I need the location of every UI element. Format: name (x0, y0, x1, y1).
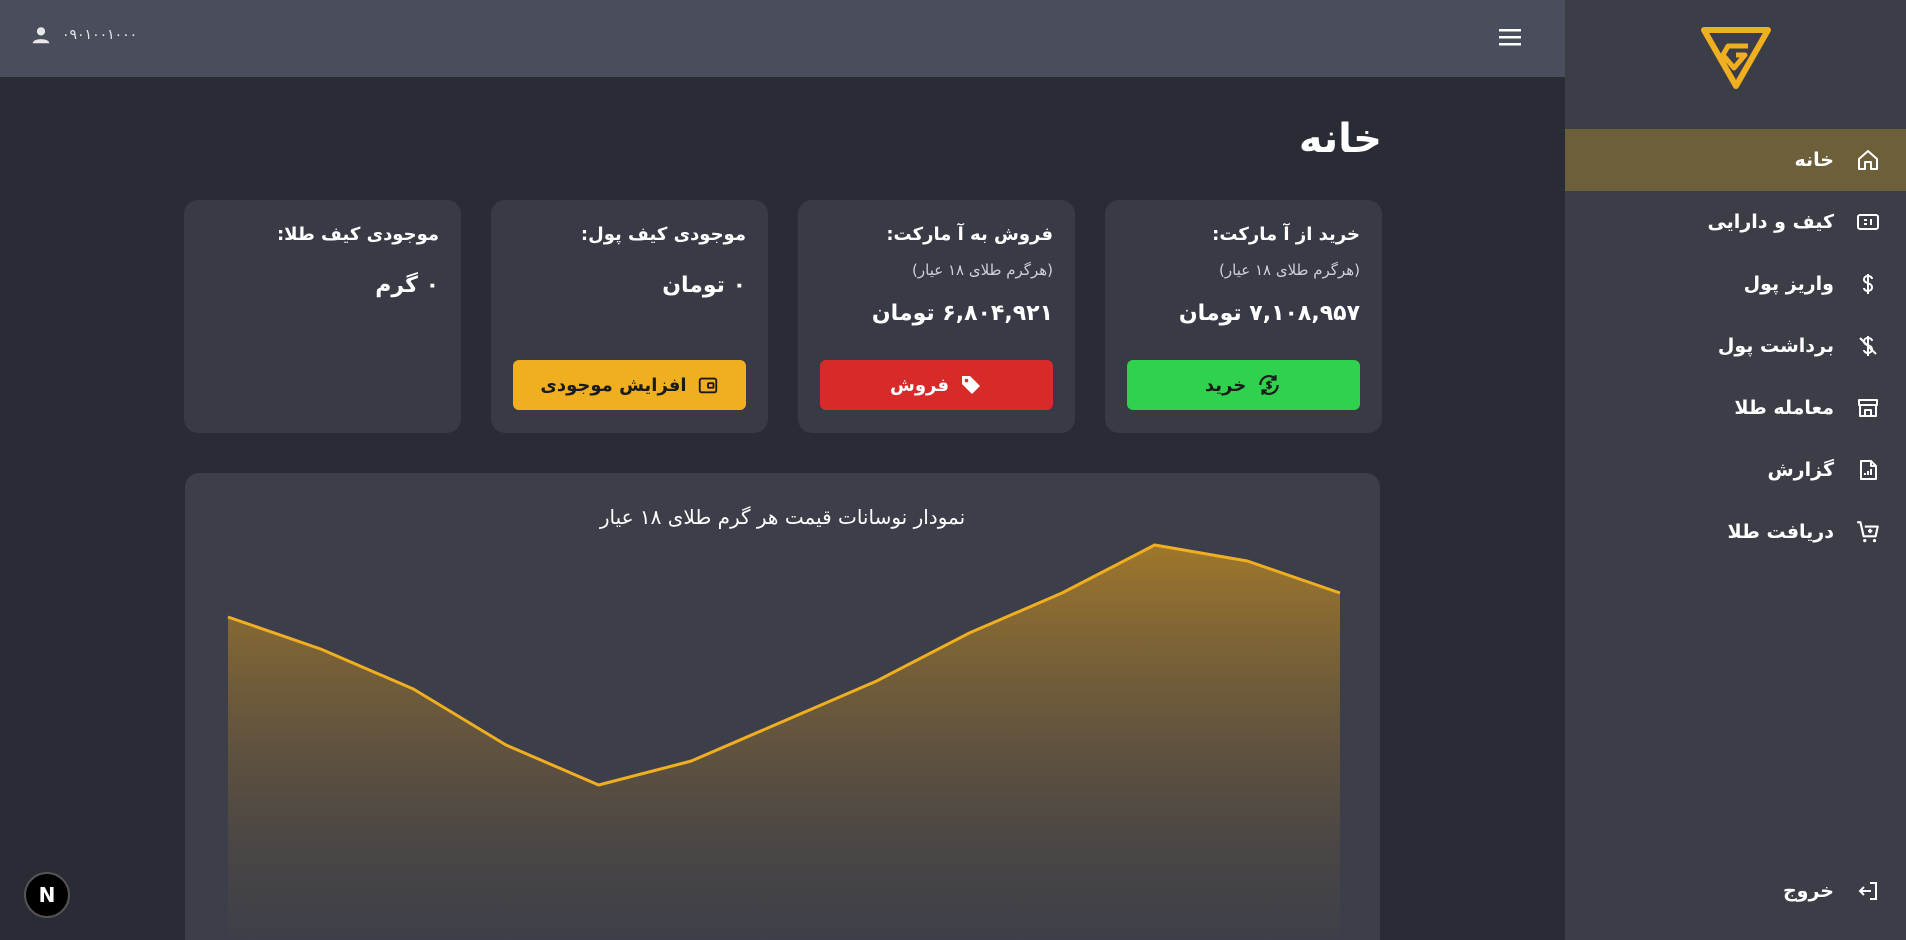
wallet-card-title: موجودی کیف پول: (580, 224, 746, 245)
gold-card: موجودی کیف طلا: ۰ گرم (184, 200, 461, 433)
logout-icon (1854, 877, 1882, 905)
sidebar-item-home[interactable]: خانه (1565, 129, 1906, 191)
next-badge[interactable]: N (24, 872, 70, 918)
sidebar-item-label: گزارش (1767, 459, 1834, 481)
wallet-balance: ۰ تومان (662, 273, 746, 298)
sidebar-item-receive-gold[interactable]: دریافت طلا (1565, 501, 1906, 563)
user-phone: ۰۹۰۱۰۰۱۰۰۰ (62, 27, 138, 43)
sidebar-item-withdraw[interactable]: برداشت پول (1565, 315, 1906, 377)
buy-button-label: خرید (1204, 374, 1247, 396)
price-chart-card: نمودار نوسانات قیمت هر گرم طلای ۱۸ عیار (185, 473, 1380, 940)
sell-button-label: فروش (890, 374, 950, 396)
wallet-icon (698, 377, 717, 394)
sidebar: خانه کیف و دارایی واریز پول برداشت پول م… (1565, 0, 1906, 940)
buy-price: ۷,۱۰۸,۹۵۷ تومان (1178, 301, 1360, 326)
sidebar-item-label: دریافت طلا (1727, 521, 1834, 543)
sidebar-item-label: کیف و دارایی (1707, 211, 1834, 233)
sidebar-item-trade[interactable]: معامله طلا (1565, 377, 1906, 439)
logout-button[interactable]: خروج (1565, 860, 1906, 922)
buy-card: خرید از آ مارکت: (هرگرم طلای ۱۸ عیار) ۷,… (1105, 200, 1382, 433)
user-menu[interactable]: ۰۹۰۱۰۰۱۰۰۰ (30, 24, 137, 46)
home-icon (1854, 146, 1882, 174)
sell-price: ۶,۸۰۴,۹۲۱ تومان (871, 301, 1053, 326)
sidebar-item-label: برداشت پول (1717, 335, 1834, 357)
store-icon (1854, 394, 1882, 422)
gold-balance: ۰ گرم (375, 273, 439, 298)
sidebar-item-deposit[interactable]: واریز پول (1565, 253, 1906, 315)
wallet-card-icon (1854, 208, 1882, 236)
logout-label: خروج (1782, 880, 1834, 902)
logo-icon (1701, 27, 1771, 89)
buy-card-title: خرید از آ مارکت: (1212, 224, 1360, 245)
wallet-card: موجودی کیف پول: ۰ تومان افزایش موجودی (491, 200, 768, 433)
cart-add-icon (1854, 518, 1882, 546)
sell-card: فروش به آ مارکت: (هرگرم طلای ۱۸ عیار) ۶,… (798, 200, 1075, 433)
sell-button[interactable]: فروش (820, 360, 1053, 410)
chart-area-fill (228, 545, 1340, 940)
increase-balance-button[interactable]: افزایش موجودی (513, 360, 746, 410)
sell-card-subtitle: (هرگرم طلای ۱۸ عیار) (912, 261, 1053, 279)
sidebar-item-wallet[interactable]: کیف و دارایی (1565, 191, 1906, 253)
sidebar-item-label: معامله طلا (1734, 397, 1834, 419)
page-title: خانه (1298, 116, 1382, 162)
increase-balance-label: افزایش موجودی (540, 374, 687, 396)
sidebar-item-label: خانه (1794, 149, 1834, 171)
sell-card-title: فروش به آ مارکت: (886, 224, 1053, 245)
sidebar-item-report[interactable]: گزارش (1565, 439, 1906, 501)
buy-button[interactable]: خرید (1127, 360, 1360, 410)
user-icon (32, 27, 50, 44)
exchange-icon (1259, 375, 1279, 395)
menu-icon[interactable] (1496, 26, 1524, 48)
price-chart (227, 543, 1341, 940)
tag-icon (962, 376, 981, 394)
report-icon (1854, 456, 1882, 484)
dollar-off-icon (1854, 332, 1882, 360)
dollar-icon (1854, 270, 1882, 298)
buy-card-subtitle: (هرگرم طلای ۱۸ عیار) (1219, 261, 1360, 279)
gold-card-title: موجودی کیف طلا: (276, 224, 439, 245)
topbar: ۰۹۰۱۰۰۱۰۰۰ (0, 0, 1565, 77)
sidebar-item-label: واریز پول (1743, 273, 1834, 295)
